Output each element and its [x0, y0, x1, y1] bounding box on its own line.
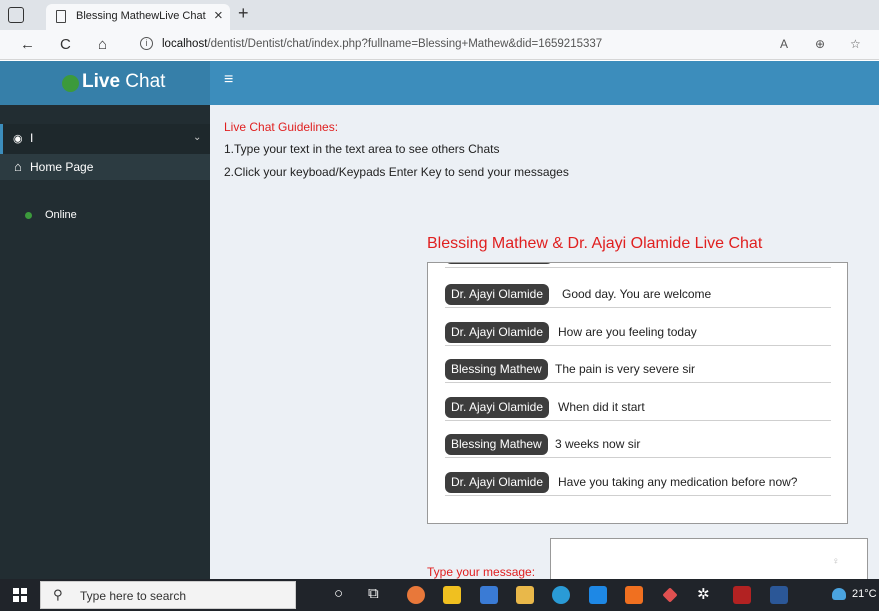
favorites-icon[interactable]: ☆ [850, 37, 861, 51]
chat-message: Blessing Mathew 3 weeks now sir [445, 434, 831, 458]
temperature: 21°C [852, 588, 877, 600]
sidebar-item-home[interactable]: ⌂ Home Page [0, 154, 210, 180]
sender-badge: Dr. Ajayi Olamide [445, 472, 550, 493]
address-bar: ← C ⌂ i localhost/dentist/Dentist/chat/i… [0, 30, 879, 60]
sidebar-item-label: Home Page [30, 160, 94, 174]
windows-start-icon[interactable] [13, 588, 27, 602]
top-navbar: ≡ [210, 61, 879, 105]
sender-badge: Dr. Ajayi Olamide [445, 322, 550, 343]
sidebar: ◉ I ⌄ ⌂ Home Page Online [0, 105, 210, 579]
sidebar-item-dashboard[interactable]: ◉ I ⌄ [0, 124, 210, 154]
sender-badge: Blessing Mathew [445, 434, 548, 455]
chat-title: Blessing Mathew & Dr. Ajayi Olamide Live… [427, 235, 763, 252]
app-icon[interactable] [662, 587, 678, 603]
home-button[interactable]: ⌂ [98, 36, 107, 53]
chat-message-partial [445, 263, 831, 268]
chat-message: Dr. Ajayi Olamide How are you feeling to… [445, 322, 831, 346]
guidelines-title: Live Chat Guidelines: [224, 120, 339, 134]
message-text: Have you taking any medication before no… [558, 475, 798, 489]
logo-rest: Chat [120, 71, 166, 92]
browser-tab-bar: Blessing MathewLive Chat × + [0, 0, 879, 30]
message-text: How are you feeling today [558, 325, 697, 339]
menu-toggle-icon[interactable]: ≡ [224, 71, 233, 89]
taskbar-search[interactable]: ⚲ Type here to search [40, 581, 296, 609]
message-text: The pain is very severe sir [555, 362, 696, 376]
xampp-icon[interactable] [625, 586, 643, 604]
back-button[interactable]: ← [20, 36, 35, 53]
chrome-app-icon[interactable]: ✲ [697, 585, 710, 603]
sender-badge [445, 263, 553, 264]
url-field[interactable]: localhost/dentist/Dentist/chat/index.php… [162, 38, 602, 50]
store-icon[interactable] [443, 586, 461, 604]
word-icon[interactable] [770, 586, 788, 604]
search-placeholder: Type here to search [80, 589, 187, 603]
file-explorer-icon[interactable] [516, 586, 534, 604]
zoom-icon[interactable]: ⊕ [815, 37, 825, 51]
read-aloud-icon[interactable]: A [780, 37, 788, 51]
url-host: localhost [162, 38, 208, 50]
online-status-icon [25, 212, 32, 219]
input-assist-icon: ♀ [832, 556, 840, 567]
site-info-icon[interactable]: i [140, 37, 153, 50]
network-app-icon[interactable] [480, 586, 498, 604]
chat-message: Blessing Mathew The pain is very severe … [445, 359, 831, 383]
guideline-item: 2.Click your keyboad/Keypads Enter Key t… [224, 165, 569, 179]
chevron-down-icon: ⌄ [193, 132, 202, 143]
tab-close-button[interactable]: × [214, 7, 223, 24]
tab-title: Blessing MathewLive Chat [76, 10, 206, 22]
page-icon [56, 10, 66, 23]
dashboard-icon: ◉ [13, 133, 23, 145]
firefox-icon[interactable] [407, 586, 425, 604]
browser-tab[interactable]: Blessing MathewLive Chat × [46, 4, 230, 30]
online-status-label: Online [45, 209, 77, 221]
logo-text: Live Chat [82, 71, 165, 93]
guideline-item: 1.Type your text in the text area to see… [224, 142, 500, 156]
search-icon: ⚲ [53, 587, 63, 602]
new-tab-button[interactable]: + [238, 3, 249, 24]
main-content: Live Chat Guidelines: 1.Type your text i… [210, 105, 879, 588]
logo-bold: Live [82, 71, 121, 92]
message-input-label: Type your message: [427, 565, 536, 579]
mail-icon[interactable] [589, 586, 607, 604]
filezilla-icon[interactable] [733, 586, 751, 604]
status-dot-icon [62, 75, 79, 92]
app-logo[interactable]: Live Chat [0, 61, 210, 105]
chat-message: Dr. Ajayi Olamide When did it start [445, 397, 831, 421]
tab-actions-icon[interactable] [8, 7, 24, 23]
sender-badge: Dr. Ajayi Olamide [445, 397, 550, 418]
sidebar-item-label: I [30, 131, 34, 145]
sender-badge: Dr. Ajayi Olamide [445, 284, 550, 305]
chat-message: Dr. Ajayi Olamide Have you taking any me… [445, 472, 831, 496]
url-path: /dentist/Dentist/chat/index.php?fullname… [207, 38, 603, 50]
cortana-icon[interactable]: ○ [334, 585, 343, 602]
chat-message: Dr. Ajayi Olamide Good day. You are welc… [445, 284, 831, 308]
taskbar: ⚲ Type here to search ○ ⧉ ✲ 21°C [0, 579, 879, 611]
refresh-button[interactable]: C [60, 36, 71, 53]
edge-icon[interactable] [552, 586, 570, 604]
chat-messages-panel[interactable]: Dr. Ajayi Olamide Good day. You are welc… [427, 262, 848, 524]
message-text: When did it start [558, 400, 645, 414]
message-text: Good day. You are welcome [562, 287, 712, 301]
sender-badge: Blessing Mathew [445, 359, 548, 380]
home-icon: ⌂ [14, 159, 22, 174]
task-view-icon[interactable]: ⧉ [368, 585, 379, 602]
message-text: 3 weeks now sir [555, 437, 641, 451]
weather-icon[interactable] [832, 588, 846, 600]
